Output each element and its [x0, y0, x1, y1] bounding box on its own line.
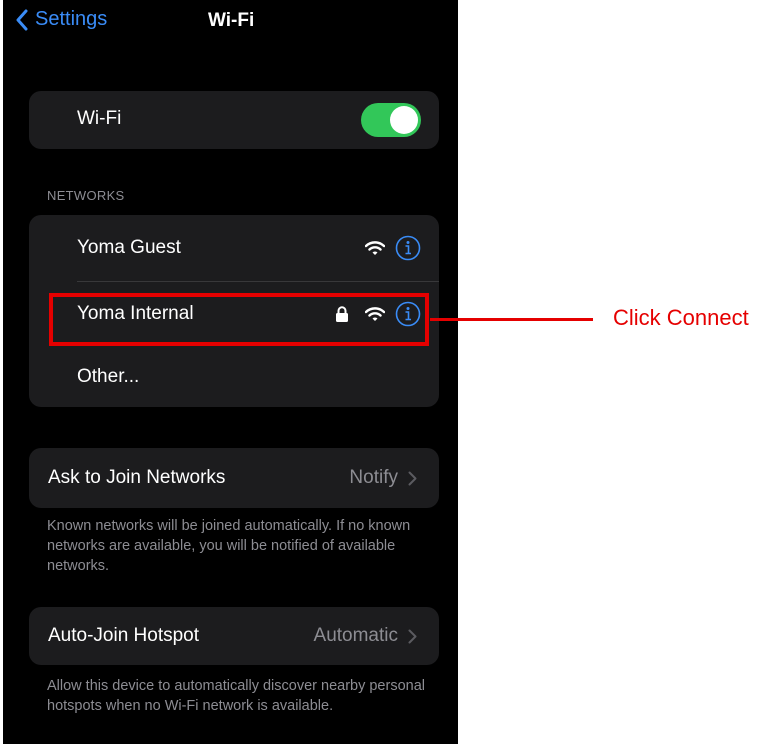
wifi-row: Wi-Fi — [29, 91, 439, 149]
network-name: Other... — [77, 366, 140, 387]
network-row-yoma-guest[interactable]: Yoma Guest — [29, 215, 439, 281]
auto-join-label: Auto-Join Hotspot — [48, 625, 200, 646]
ask-to-join-row[interactable]: Ask to Join Networks Notify — [29, 448, 439, 508]
auto-join-row[interactable]: Auto-Join Hotspot Automatic — [29, 607, 439, 665]
network-row-other[interactable]: Other... — [29, 346, 439, 407]
networks-header: NETWORKS — [47, 188, 125, 203]
callout-line — [430, 318, 593, 321]
info-icon[interactable] — [395, 235, 421, 261]
ask-to-join-value: Notify — [349, 467, 398, 488]
phone-screen: Settings Wi-Fi Wi-Fi NETWORKS Yoma Guest — [3, 0, 458, 744]
auto-join-value: Automatic — [313, 625, 398, 646]
highlight-box — [49, 293, 429, 346]
wifi-toggle[interactable] — [361, 103, 421, 137]
chevron-right-icon — [408, 471, 417, 485]
chevron-left-icon — [16, 9, 28, 30]
page-title: Wi-Fi — [208, 10, 255, 31]
wifi-toggle-group: Wi-Fi — [29, 91, 439, 149]
callout-text: Click Connect — [613, 305, 749, 330]
ask-to-join-group: Ask to Join Networks Notify — [29, 448, 439, 508]
back-button[interactable]: Settings — [15, 8, 107, 31]
back-label: Settings — [35, 8, 108, 30]
auto-join-group: Auto-Join Hotspot Automatic — [29, 607, 439, 665]
ask-to-join-footnote: Known networks will be joined automatica… — [47, 518, 411, 574]
ask-to-join-label: Ask to Join Networks — [48, 467, 226, 488]
chevron-right-icon — [408, 629, 417, 643]
network-name: Yoma Guest — [77, 237, 181, 258]
toggle-knob — [390, 106, 418, 134]
wifi-label: Wi-Fi — [77, 108, 122, 129]
wifi-signal-icon — [365, 241, 385, 255]
auto-join-footnote: Allow this device to automatically disco… — [47, 678, 425, 714]
